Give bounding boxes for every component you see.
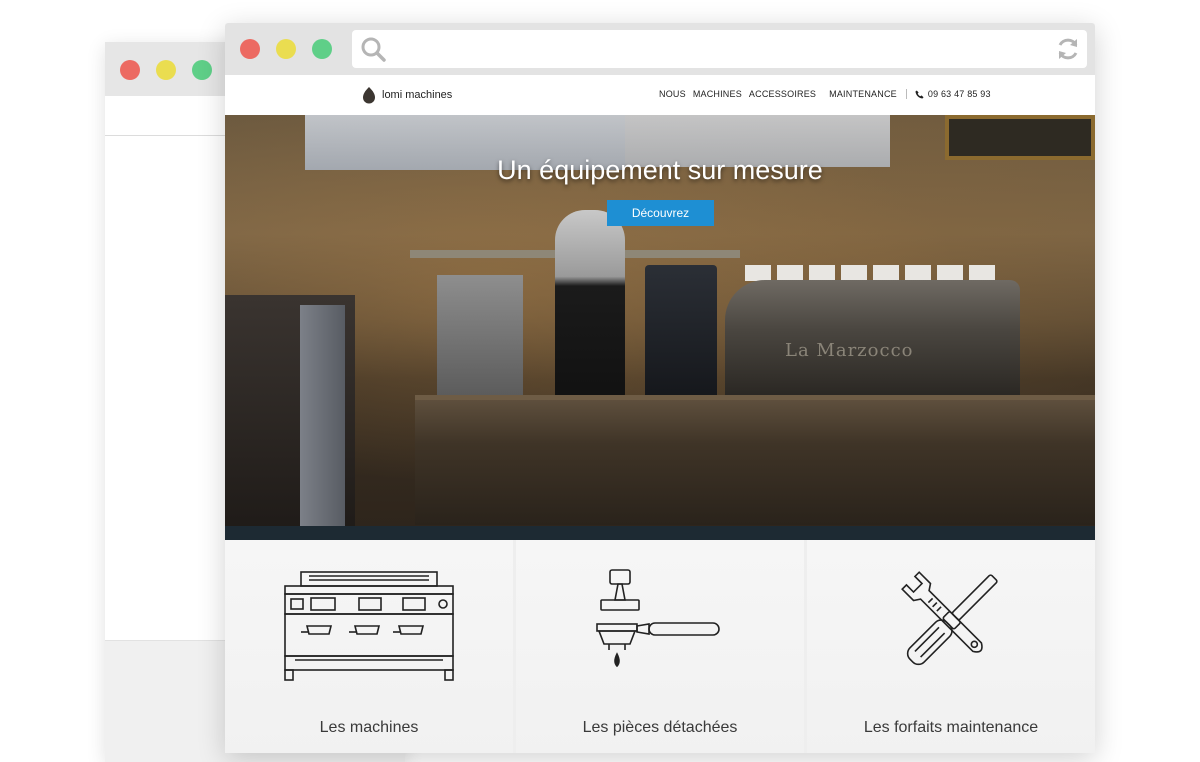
category-card-pieces[interactable]: Les pièces détachées — [516, 540, 804, 753]
nav-item-maintenance[interactable]: MAINTENANCE — [829, 89, 897, 99]
site-header: lomi machines NOUS MACHINES ACCESSOIRES … — [225, 75, 1095, 115]
minimize-window-button[interactable] — [276, 39, 296, 59]
hero-photo-cups — [745, 265, 995, 281]
category-label: Les forfaits maintenance — [863, 719, 1039, 736]
maximize-window-button[interactable] — [312, 39, 332, 59]
hero-photo-machine-brand: La Marzocco — [785, 340, 914, 361]
espresso-machine-icon — [284, 571, 454, 681]
category-label: Les pièces détachées — [582, 719, 738, 736]
logo-text: lomi machines — [382, 89, 453, 101]
hero-photo-grinder — [645, 265, 717, 405]
category-card-maintenance[interactable]: Les forfaits maintenance — [807, 540, 1095, 753]
nav-divider — [905, 89, 907, 99]
hero-title: Un équipement sur mesure — [497, 155, 823, 185]
close-window-button[interactable] — [120, 60, 140, 80]
phone-icon — [915, 89, 924, 99]
hero-photo-counter — [415, 400, 1095, 525]
hero-banner: La Marzocco Un équipement sur mesure Déc… — [225, 115, 1095, 540]
browser-titlebar — [225, 23, 1095, 75]
reload-icon[interactable] — [1055, 36, 1081, 62]
minimize-window-button[interactable] — [156, 60, 176, 80]
close-window-button[interactable] — [240, 39, 260, 59]
nav-item-accessoires[interactable]: ACCESSOIRES — [749, 89, 816, 99]
category-strip: Les machines Les pièces détachées Les fo… — [225, 540, 1095, 753]
main-menu: NOUS MACHINES ACCESSOIRES MAINTENANCE 09… — [659, 89, 991, 99]
category-card-machines[interactable]: Les machines — [225, 540, 513, 753]
nav-item-nous[interactable]: NOUS — [659, 89, 686, 99]
browser-window: lomi machines NOUS MACHINES ACCESSOIRES … — [225, 23, 1095, 753]
hero-photo-grinder — [555, 210, 625, 400]
hero-photo-pillar — [300, 305, 345, 530]
hero-photo-bin — [437, 275, 523, 400]
site-logo[interactable]: lomi machines — [362, 86, 452, 104]
nav-item-machines[interactable]: MACHINES — [693, 89, 742, 99]
discover-button[interactable]: Découvrez — [607, 200, 714, 226]
maximize-window-button[interactable] — [192, 60, 212, 80]
phone-number[interactable]: 09 63 47 85 93 — [928, 89, 991, 99]
tools-icon — [901, 571, 998, 666]
hero-photo-bottom — [225, 526, 1095, 540]
category-label: Les machines — [319, 719, 419, 736]
search-icon — [361, 37, 386, 62]
address-bar[interactable] — [352, 30, 1087, 68]
hero-photo-frame — [945, 115, 1095, 160]
coffee-drop-icon — [363, 87, 375, 104]
portafilter-tamper-icon — [596, 569, 720, 668]
